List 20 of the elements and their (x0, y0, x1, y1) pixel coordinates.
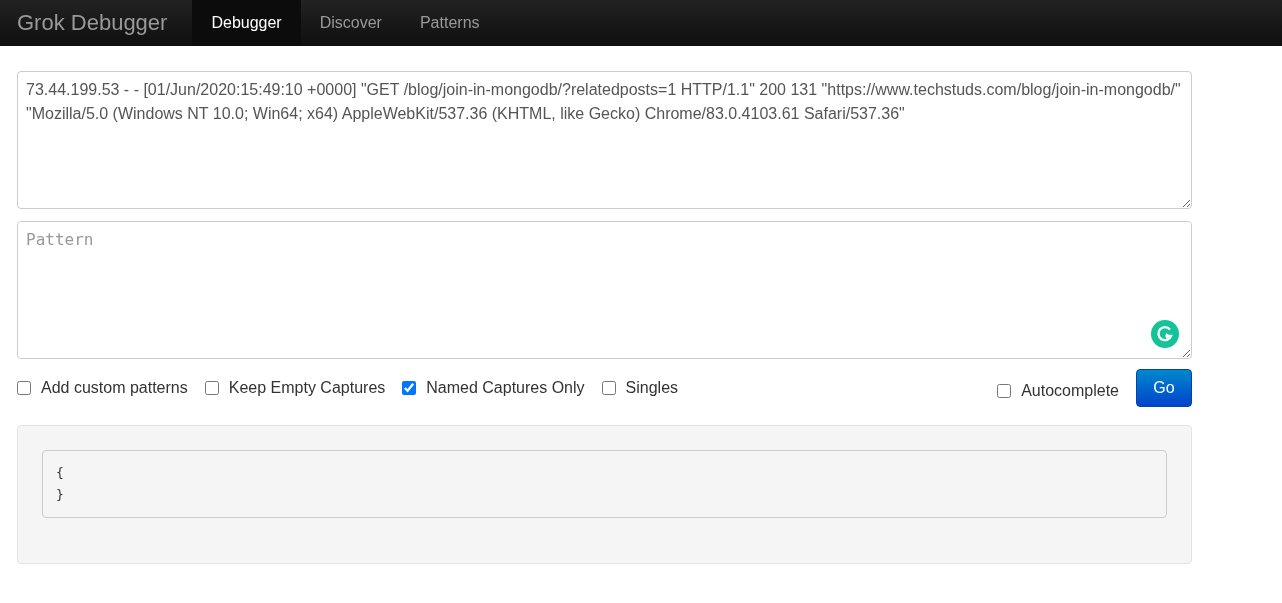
code-line: { (56, 464, 64, 482)
checkbox-label[interactable]: Singles (625, 379, 679, 397)
nav-tab[interactable]: Debugger (192, 0, 301, 46)
grammar-check-icon[interactable] (1151, 320, 1179, 348)
checkbox-label[interactable]: Autocomplete (1021, 382, 1119, 400)
checkbox-label[interactable]: Add custom patterns (41, 379, 188, 397)
checkbox[interactable] (402, 381, 417, 395)
checkbox[interactable] (601, 381, 616, 395)
checkbox[interactable] (17, 381, 31, 395)
checkbox[interactable] (997, 384, 1012, 398)
go-button[interactable]: Go (1136, 369, 1192, 407)
nav-tab[interactable]: Patterns (400, 0, 499, 46)
code-line: } (56, 486, 64, 504)
checkbox-label[interactable]: Keep Empty Captures (228, 379, 386, 397)
checkbox[interactable] (204, 381, 219, 395)
log-input-field[interactable]: 73.44.199.53 - - [01/Jun/2020:15:49:10 +0000] "GET /blog/join-in-mongodb/?relatedposts=1 HTTP/1.1" 200 131 "https://www.techstuds.com/blog/join-in-mongodb/" "Mozilla/5.0 (Windows NT 10.0; Win64; x64) AppleWebKit/537.36 (KHTML, like Gecko) Chrome/83.0.4103.61 Safari/537.36" (17, 71, 1192, 209)
brand-title[interactable]: Grok Debugger (0, 0, 193, 46)
pattern-input-field[interactable]: Pattern (17, 221, 1192, 359)
checkbox-label[interactable]: Named Captures Only (426, 379, 585, 397)
nav-tab[interactable]: Discover (300, 0, 401, 46)
